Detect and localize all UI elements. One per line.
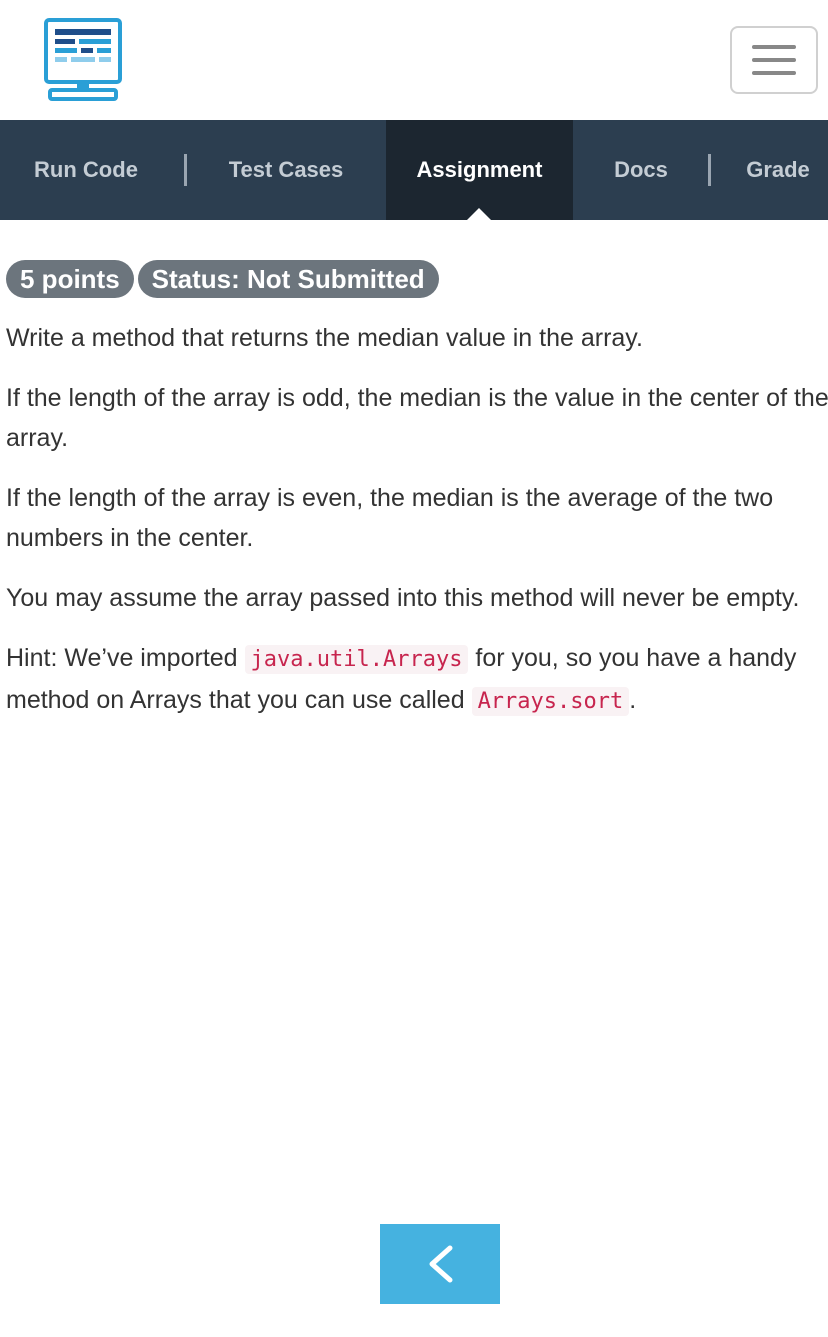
- back-button[interactable]: [380, 1224, 500, 1304]
- top-header: [0, 0, 828, 120]
- badge-row: 5 points Status: Not Submitted: [6, 260, 443, 298]
- hint-paragraph: Hint: We’ve imported java.util.Arrays fo…: [6, 644, 797, 716]
- assignment-description: Write a method that returns the median v…: [6, 318, 828, 742]
- hamburger-menu-button[interactable]: [730, 26, 818, 94]
- tab-bar: Run Code Test Cases Assignment Docs Grad…: [0, 120, 828, 220]
- tab-test-cases[interactable]: Test Cases: [200, 120, 372, 220]
- tab-run-code[interactable]: Run Code: [0, 120, 172, 220]
- tab-divider: [708, 154, 711, 186]
- code-arrays-sort: Arrays.sort: [471, 687, 630, 716]
- tab-assignment[interactable]: Assignment: [386, 120, 573, 220]
- tab-divider: [184, 154, 187, 186]
- assignment-paragraph: Write a method that returns the median v…: [6, 324, 643, 352]
- assignment-paragraph: You may assume the array passed into thi…: [6, 584, 800, 612]
- assignment-paragraph: If the length of the array is odd, the m…: [6, 384, 828, 452]
- chevron-left-icon: [429, 1245, 453, 1283]
- code-java-util-arrays: java.util.Arrays: [244, 645, 469, 674]
- points-badge: 5 points: [6, 260, 134, 298]
- active-tab-indicator: [466, 208, 492, 221]
- computer-monitor-icon[interactable]: [42, 16, 124, 102]
- assignment-paragraph: If the length of the array is even, the …: [6, 484, 774, 552]
- tab-docs[interactable]: Docs: [580, 120, 702, 220]
- status-badge: Status: Not Submitted: [137, 260, 439, 298]
- hamburger-menu-icon: [752, 45, 796, 49]
- tab-grade[interactable]: Grade: [718, 120, 828, 220]
